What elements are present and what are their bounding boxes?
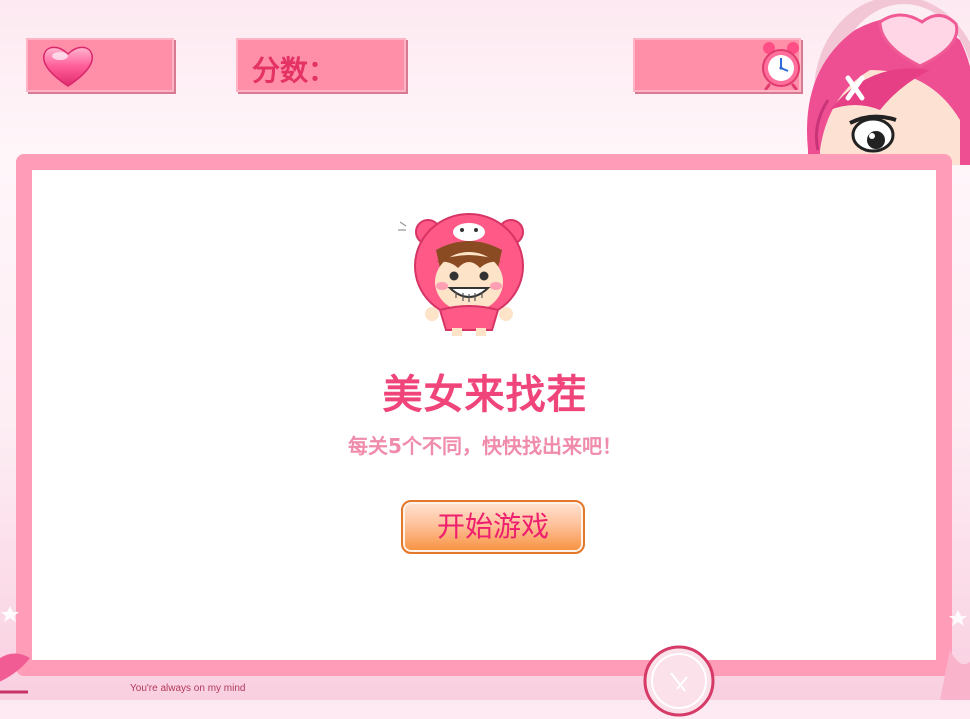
game-subtitle: 每关5个不同，快快找出来吧！	[348, 434, 622, 458]
footer-tagline: You're always on my mind	[130, 683, 246, 694]
timer-panel	[633, 38, 801, 92]
score-label: 分数：	[252, 54, 337, 87]
compass-emblem-icon	[643, 645, 715, 717]
score-panel: 分数：	[236, 38, 406, 92]
mascot-girl-icon	[398, 213, 524, 336]
game-title: 美女来找茬	[382, 372, 588, 418]
start-game-button[interactable]: 开始游戏	[401, 500, 585, 554]
heart-icon	[42, 46, 94, 87]
flower-decoration-icon	[0, 606, 30, 694]
flower-decoration-icon	[940, 610, 970, 700]
lives-panel	[26, 38, 174, 92]
alarm-clock-icon	[762, 42, 800, 90]
